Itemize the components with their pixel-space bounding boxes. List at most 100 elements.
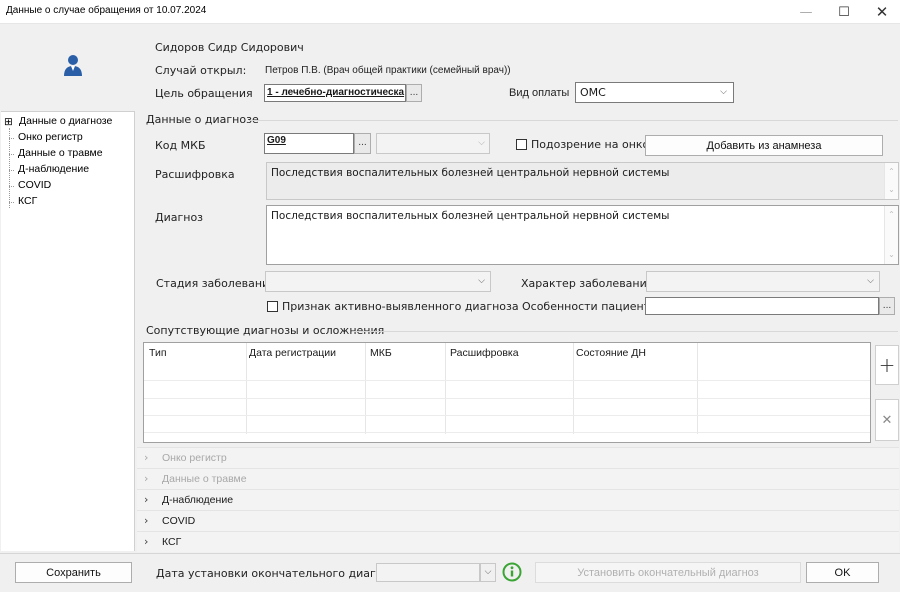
mkb-extra-select[interactable]: ⌵ [376, 133, 490, 154]
tree-item-trauma[interactable]: Данные о травме [18, 147, 103, 159]
decoding-value: Последствия воспалительных болезней цент… [271, 167, 670, 179]
chevron-down-icon: ⌵ [720, 87, 727, 97]
concomitant-group-title: Сопутствующие диагнозы и осложнения [146, 324, 385, 337]
close-icon: ✕ [881, 412, 893, 428]
tree-item-diagnosis[interactable]: Данные о диагнозе [19, 115, 112, 127]
character-select[interactable]: ⌵ [646, 271, 880, 292]
payment-value: ОМС [580, 86, 606, 99]
chevron-right-icon: › [144, 514, 149, 527]
section-observation[interactable]: › Д-наблюдение [137, 489, 899, 510]
mkb-select-button[interactable]: ... [354, 133, 371, 154]
tree-item-onco[interactable]: Онко регистр [18, 131, 83, 143]
section-ksg[interactable]: › КСГ [137, 531, 899, 552]
active-detection-checkbox[interactable] [267, 301, 278, 312]
add-from-anamnesis-button[interactable]: Добавить из анамнеза [645, 135, 883, 156]
ok-label: OK [834, 566, 851, 579]
chevron-down-icon: ⌵ [478, 276, 485, 286]
set-final-diagnosis-button[interactable]: Установить окончательный диагноз [535, 562, 801, 583]
section-onco[interactable]: › Онко регистр [137, 447, 899, 468]
active-detection-label: Признак активно-выявленного диагноза [282, 300, 519, 313]
column-header-dn-state[interactable]: Состояние ДН [576, 347, 646, 359]
diagnosis-label: Диагноз [155, 211, 204, 224]
section-covid[interactable]: › COVID [137, 510, 899, 531]
patient-features-field[interactable] [645, 297, 879, 315]
final-date-field[interactable] [376, 563, 480, 582]
info-icon[interactable] [502, 562, 522, 582]
character-label: Характер заболевания [521, 277, 654, 290]
opened-by-value: Петров П.В. (Врач общей практики (семейн… [265, 65, 511, 76]
payment-label: Вид оплаты [509, 87, 570, 99]
decoding-field[interactable]: Последствия воспалительных болезней цент… [266, 162, 899, 200]
column-header-reg-date[interactable]: Дата регистрации [249, 347, 336, 359]
minimize-icon: — [799, 4, 813, 20]
plus-icon: + [878, 353, 896, 377]
group-divider [352, 331, 898, 332]
tree-item-observation[interactable]: Д-наблюдение [18, 163, 89, 175]
stage-select[interactable]: ⌵ [265, 271, 491, 292]
stage-label: Стадия заболевания [156, 277, 276, 290]
add-concomitant-button[interactable]: + [875, 345, 899, 385]
chevron-down-icon: ⌵ [867, 276, 874, 286]
maximize-icon: ☐ [838, 4, 850, 20]
close-button[interactable]: ✕ [864, 0, 900, 24]
decoding-label: Расшифровка [155, 168, 235, 181]
purpose-select-button[interactable]: ... [406, 84, 422, 102]
tree-item-covid[interactable]: COVID [18, 179, 51, 191]
payment-select[interactable]: ОМС ⌵ [575, 82, 734, 103]
column-header-mkb[interactable]: МКБ [370, 347, 392, 359]
date-picker-button[interactable]: ⌵ [480, 563, 496, 582]
onco-suspicion-checkbox[interactable] [516, 139, 527, 150]
add-from-anamnesis-label: Добавить из анамнеза [706, 139, 822, 152]
section-onco-label: Онко регистр [162, 452, 227, 464]
ok-button[interactable]: OK [806, 562, 879, 583]
mkb-field[interactable]: G09 [264, 133, 354, 154]
chevron-right-icon: › [144, 535, 149, 548]
section-ksg-label: КСГ [162, 536, 182, 548]
chevron-down-icon: ⌵ [478, 138, 485, 148]
close-icon: ✕ [875, 3, 889, 21]
mkb-label: Код МКБ [155, 139, 206, 152]
column-header-decoding[interactable]: Расшифровка [450, 347, 519, 359]
final-date-label: Дата установки окончательного диагноза: [156, 567, 407, 580]
patient-name: Сидоров Сидр Сидорович [155, 41, 304, 54]
chevron-right-icon: › [144, 493, 149, 506]
dots-icon: ... [409, 87, 419, 98]
section-observation-label: Д-наблюдение [162, 494, 234, 506]
diagnosis-scrollbar[interactable]: ⌃ ⌄ [884, 206, 898, 264]
chevron-right-icon: › [144, 451, 149, 464]
tree-item-ksg[interactable]: КСГ [18, 195, 37, 207]
title-bar: Данные о случае обращения от 10.07.2024 … [0, 0, 900, 24]
patient-features-select-button[interactable]: ... [879, 297, 895, 315]
save-label: Сохранить [46, 566, 101, 579]
purpose-field[interactable]: 1 - лечебно-диагностическа [264, 84, 406, 102]
diagnosis-value: Последствия воспалительных болезней цент… [271, 210, 670, 222]
group-divider [250, 120, 898, 121]
purpose-value: 1 - лечебно-диагностическа [267, 87, 405, 98]
dots-icon: ... [358, 138, 367, 148]
purpose-label: Цель обращения [155, 87, 253, 100]
section-covid-label: COVID [162, 515, 196, 527]
user-icon [64, 55, 82, 76]
save-button[interactable]: Сохранить [15, 562, 132, 583]
set-final-label: Установить окончательный диагноз [577, 566, 759, 579]
mkb-value: G09 [267, 135, 286, 146]
column-header-type[interactable]: Тип [149, 347, 167, 359]
window-title: Данные о случае обращения от 10.07.2024 [6, 5, 207, 16]
decoding-scrollbar[interactable]: ⌃ ⌄ [884, 163, 898, 199]
section-trauma[interactable]: › Данные о травме [137, 468, 899, 489]
concomitant-table[interactable]: Тип Дата регистрации МКБ Расшифровка Сос… [143, 342, 871, 443]
diagnosis-field[interactable]: Последствия воспалительных болезней цент… [266, 205, 899, 265]
diagnosis-group-title: Данные о диагнозе [146, 113, 259, 126]
remove-concomitant-button[interactable]: ✕ [875, 399, 899, 441]
opened-by-label: Случай открыл: [155, 64, 247, 77]
section-trauma-label: Данные о травме [162, 473, 247, 485]
patient-features-label: Особенности пациента [522, 300, 657, 313]
dots-icon: ... [882, 300, 892, 311]
chevron-down-icon: ⌵ [484, 567, 492, 577]
tree-expander[interactable]: ⊞ [4, 116, 13, 128]
chevron-right-icon: › [144, 472, 149, 485]
minimize-button[interactable]: — [788, 0, 824, 24]
section-tree: ⊞ Данные о диагнозе Онко регистр Данные … [1, 111, 135, 551]
onco-suspicion-label: Подозрение на онко [531, 138, 650, 151]
maximize-button[interactable]: ☐ [826, 0, 862, 24]
